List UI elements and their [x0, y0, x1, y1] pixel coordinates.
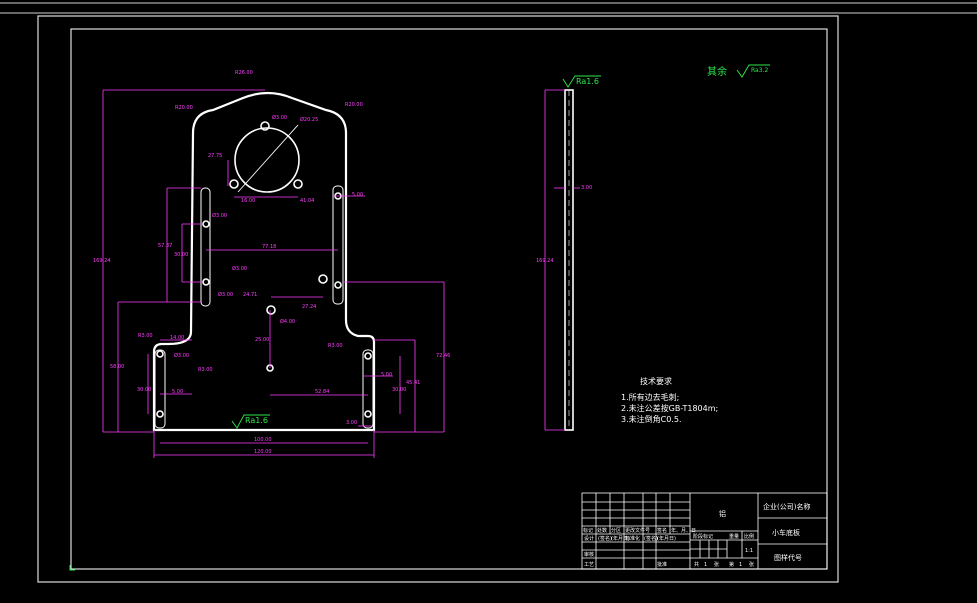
hole-left [229, 179, 239, 189]
dim-d-low1: Ø3.00 [174, 352, 189, 359]
tb-approve: 批准 [657, 561, 667, 568]
dim-h-low-slot: 30.00 [137, 387, 151, 393]
tb-part-name: 小车底板 [772, 528, 800, 537]
dim-r-top: R26.00 [235, 70, 253, 76]
tb-scale-label: 比例 [744, 533, 754, 540]
dim-r-tr: R20.00 [345, 102, 363, 108]
side-view: 169.24 3.00 Ra1.6 [536, 75, 601, 431]
dim-w-slot2: 5.00 [172, 389, 183, 395]
dim-d-mid2: Ø3.00 [218, 291, 233, 298]
dim-h-r3: 30.00 [392, 387, 406, 393]
tb-weight: 重量 [729, 533, 739, 540]
side-thickness: 3.00 [581, 185, 592, 191]
tb-row-process: 工艺 [584, 562, 594, 568]
tb-row-design: 设计 [584, 535, 594, 542]
tb-drawing-no: 图样代号 [774, 553, 802, 562]
notes-item-3: 3.未注倒角C0.5. [621, 414, 681, 424]
tb-sign-3: 标准化 [625, 535, 640, 542]
tb-sheet-6: 张 [749, 561, 754, 568]
tb-sign-5: (年月日) [657, 535, 676, 542]
dim-h-center: 27.75 [208, 153, 222, 159]
dim-r-low: R3.00 [198, 367, 213, 373]
tb-rev-col-2: 处数 [597, 527, 607, 534]
dim-w-small: 3.00 [346, 420, 357, 426]
slot-hole-2 [202, 278, 210, 286]
mid-hole-right [318, 274, 328, 284]
notes-item-1: 1.所有边去毛刺; [621, 392, 679, 402]
dim-w-total: 120.00 [254, 449, 272, 455]
hole-right [293, 179, 303, 189]
tb-rev-col-5: 签名 [657, 527, 667, 534]
roughness-front-value: Ra1.6 [245, 416, 268, 425]
tb-rev-col-3: 分区 [611, 527, 621, 534]
part-outline [152, 91, 376, 432]
roughness-front: Ra1.6 [231, 414, 270, 429]
mid-hole-center [266, 305, 276, 315]
dim-w-inner: 100.00 [254, 437, 272, 443]
low-hole-3 [364, 352, 372, 360]
tb-sheet-4: 第 [729, 561, 734, 568]
dim-d-big: Ø20.25 [300, 116, 318, 123]
dim-h-right: 72.46 [436, 353, 450, 359]
tb-rev-col-6: 年、月、日 [671, 527, 696, 534]
dim-x-b: 27.24 [302, 304, 316, 310]
dim-w-slots: 77.18 [262, 244, 276, 250]
technical-notes: 技术要求 1.所有边去毛刺; 2.未注公差按GB-T1804m; 3.未注倒角C… [621, 376, 718, 424]
tb-company: 企业(公司)名称 [763, 502, 810, 511]
other-roughness: 其余 Ra3.2 [707, 64, 770, 78]
other-value: Ra3.2 [751, 67, 768, 74]
dim-w-r: 52.84 [315, 389, 329, 395]
dim-slot-hole: Ø3.00 [212, 212, 227, 219]
dim-d-mid3: Ø4.00 [280, 318, 295, 325]
dim-slot-w: 5.00 [352, 192, 363, 198]
tb-rev-col-4: 更改文件号 [625, 527, 650, 534]
tb-sign-4: (签名) [644, 535, 658, 542]
slot-left [200, 187, 211, 307]
side-roughness: Ra1.6 [576, 77, 599, 86]
low-hole-4 [364, 410, 372, 418]
tb-stage: 阶段标记 [693, 533, 713, 540]
dim-w-slot-r: 5.00 [381, 372, 392, 378]
dim-h-slot-inner: 30.00 [174, 252, 188, 258]
dim-x-right-hole: 41.04 [300, 198, 314, 204]
sheet-border [37, 15, 839, 583]
dim-h-total: 169.24 [93, 258, 111, 264]
tb-sheet-2: 1 [704, 562, 707, 568]
dim-d-small-top: Ø3.00 [272, 114, 287, 121]
dim-h-r2: 45.41 [406, 380, 420, 386]
dim-d-mid1: Ø3.00 [232, 265, 247, 272]
side-height: 169.24 [536, 258, 554, 264]
slot-hole-1 [202, 220, 210, 228]
dim-r-step-r: R3.00 [328, 343, 343, 349]
tb-scale: 1:1 [745, 548, 753, 554]
slot-hole-4 [334, 281, 342, 289]
dim-h-mid: 25.00 [255, 337, 269, 343]
dim-x-a: 24.71 [243, 292, 257, 298]
cad-drawing: R26.00 R20.00 R20.00 Ø3.00 Ø20.25 27.75 … [0, 2, 977, 583]
front-view [152, 91, 376, 432]
tb-rev-col-1: 标记 [583, 527, 593, 534]
dim-r-step-l: R3.00 [138, 333, 153, 339]
low-hole-2 [156, 410, 164, 418]
tb-sheet-5: 1 [739, 562, 742, 568]
tb-sign-1: (签名) [598, 535, 612, 542]
tb-material: 铝 [719, 509, 726, 518]
notes-title: 技术要求 [640, 376, 672, 386]
title-block: 标记 处数 分区 更改文件号 签名 年、月、日 设计 审核 工艺 (签名) (年… [581, 492, 828, 570]
tb-sheet-1: 共 [694, 561, 699, 568]
other-label: 其余 [707, 65, 727, 78]
notes-item-2: 2.未注公差按GB-T1804m; [621, 403, 718, 413]
dim-r-tl: R20.00 [175, 105, 193, 111]
dim-h-low: 58.00 [110, 364, 124, 370]
dim-x-left-hole: 16.00 [241, 198, 255, 204]
tb-sheet-3: 张 [714, 561, 719, 568]
tb-row-check: 审核 [584, 551, 594, 558]
dim-w-step: 14.00 [170, 335, 184, 341]
low-hole-1 [156, 350, 164, 358]
dim-h-slot-outer: 57.37 [158, 243, 172, 249]
